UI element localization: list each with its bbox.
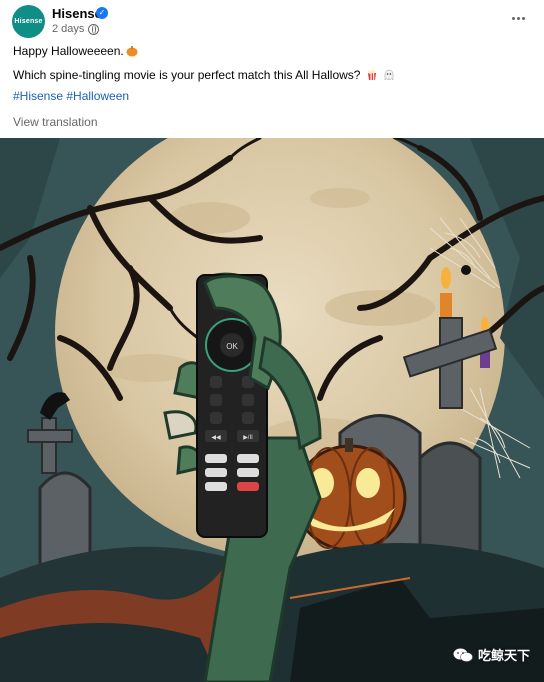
post-timestamp[interactable]: 2 days: [52, 23, 84, 35]
globe-icon: [88, 23, 100, 35]
post-text-line2: Which spine-tingling movie is your perfe…: [13, 67, 395, 83]
hashtags: #Hisense #Halloween: [13, 89, 129, 103]
post-meta: 2 days: [52, 23, 100, 35]
post-header: Hisense Hisense ✓ 2 days: [0, 0, 544, 44]
spider-shape: [461, 265, 471, 275]
dot-icon: [521, 16, 525, 20]
pumpkin-emoji-icon: [126, 46, 138, 57]
post-text: Happy Halloweeeen.: [13, 44, 124, 58]
hashtag-link[interactable]: #Hisense: [13, 89, 63, 103]
post-text: Which spine-tingling movie is your perfe…: [13, 68, 361, 82]
post-text-line1: Happy Halloweeeen.: [13, 43, 138, 59]
dot-icon: [511, 16, 515, 20]
post-image[interactable]: OK ◀◀ ▶/II 吃鲸天下: [0, 138, 544, 682]
wechat-icon: [453, 648, 473, 662]
page-name[interactable]: Hisense: [52, 6, 102, 21]
view-translation-link[interactable]: View translation: [13, 115, 98, 129]
page-avatar[interactable]: Hisense: [12, 5, 45, 38]
remote-button-label: ◀◀: [211, 435, 221, 441]
watermark: 吃鲸天下: [453, 645, 530, 664]
hashtag-link[interactable]: #Halloween: [66, 89, 129, 103]
popcorn-emoji-icon: [367, 69, 376, 80]
verified-badge-icon: ✓: [96, 7, 108, 19]
watermark-text: 吃鲸天下: [477, 648, 530, 663]
more-options-button[interactable]: [508, 10, 528, 26]
remote-button-label: ▶/II: [243, 435, 253, 441]
ghost-emoji-icon: [384, 69, 394, 81]
remote-ok-label: OK: [226, 342, 238, 351]
dot-icon: [516, 16, 520, 20]
halloween-illustration: OK ◀◀ ▶/II: [0, 138, 544, 682]
